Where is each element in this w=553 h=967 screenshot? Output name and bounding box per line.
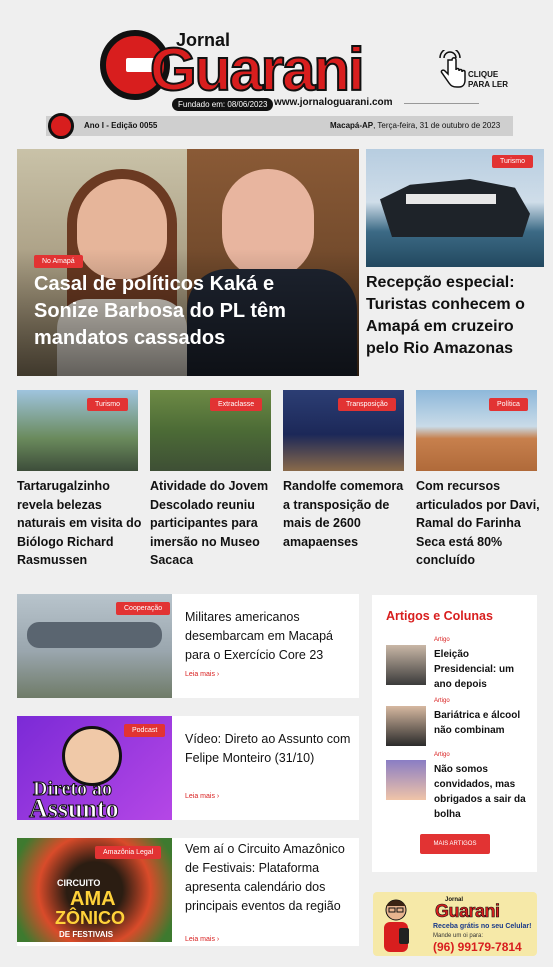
list-article[interactable]: Cooperação Militares americanos desembar… xyxy=(17,594,359,698)
category-tag[interactable]: Turismo xyxy=(492,155,534,168)
article-item[interactable]: Artigo Não somos convidados, mas obrigad… xyxy=(386,752,531,822)
airplane-shape xyxy=(27,622,162,648)
news-card-title[interactable]: Atividade do Jovem Descolado reuniu part… xyxy=(150,477,275,570)
festival-logo-line3: ZÔNICO xyxy=(55,908,125,928)
cruise-ship xyxy=(380,179,530,237)
click-to-read-label[interactable]: CLIQUE PARA LER xyxy=(468,70,512,90)
side-article-image[interactable]: Turismo xyxy=(366,149,544,267)
mascot-icon xyxy=(384,899,409,952)
podcast-logo-line2: Assunto xyxy=(29,794,120,821)
news-card-title[interactable]: Com recursos articulados por Davi, Ramal… xyxy=(416,477,541,570)
hero-article[interactable]: No Amapá Casal de políticos Kaká e Soniz… xyxy=(17,149,359,376)
whatsapp-ad-banner[interactable]: Jornal Guarani Receba grátis no seu Celu… xyxy=(373,892,537,956)
author-avatar xyxy=(386,760,426,800)
date-line: Macapá-AP, Terça-feira, 31 de outubro de… xyxy=(330,121,501,130)
tap-hand-icon[interactable] xyxy=(434,50,466,90)
list-article[interactable]: Direto ao Assunto Podcast Vídeo: Direto … xyxy=(17,716,359,820)
ad-brand-text: Guarani xyxy=(435,901,501,922)
side-article-headline[interactable]: Recepção especial: Turistas conhecem o A… xyxy=(366,272,544,360)
festival-logo-line4: DE FESTIVAIS xyxy=(59,930,114,939)
category-tag[interactable]: Podcast xyxy=(124,724,166,737)
read-more-link[interactable]: Leia mais › xyxy=(185,793,219,800)
article-kind: Artigo xyxy=(434,752,450,758)
news-card-title[interactable]: Randolfe comemora a transposição de mais… xyxy=(283,477,408,551)
category-tag[interactable]: Transposição xyxy=(338,398,396,411)
logo-brand-text[interactable]: Guarani xyxy=(149,39,366,101)
ship-deck xyxy=(406,194,496,204)
more-articles-button[interactable]: MAIS ARTIGOS xyxy=(420,834,490,854)
read-more-link[interactable]: Leia mais › xyxy=(185,936,219,943)
ad-instruction: Mande um oi para: xyxy=(433,933,484,939)
articles-heading: Artigos e Colunas xyxy=(386,609,493,623)
category-tag[interactable]: No Amapá xyxy=(34,255,83,268)
founded-badge: Fundado em: 08/06/2023 xyxy=(172,98,274,111)
edition-label: Ano I - Edição 0055 xyxy=(84,121,158,130)
news-card-title[interactable]: Tartarugalzinho revela belezas naturais … xyxy=(17,477,142,570)
divider xyxy=(404,103,479,104)
hero-headline[interactable]: Casal de políticos Kaká e Sonize Barbosa… xyxy=(34,271,344,352)
site-url[interactable]: www.jornaloguarani.com xyxy=(274,97,393,108)
author-avatar xyxy=(386,706,426,746)
article-item[interactable]: Artigo Bariátrica e álcool não combinam xyxy=(386,698,531,748)
article-kind: Artigo xyxy=(434,698,450,704)
podcast-host xyxy=(62,726,122,786)
ad-phone-number[interactable]: (96) 99179-7814 xyxy=(433,940,522,954)
ad-tagline: Receba grátis no seu Celular! xyxy=(433,923,532,930)
article-title[interactable]: Eleição Presidencial: um ano depois xyxy=(434,647,534,692)
author-avatar xyxy=(386,645,426,685)
article-item[interactable]: Artigo Eleição Presidencial: um ano depo… xyxy=(386,637,531,690)
category-tag[interactable]: Turismo xyxy=(87,398,129,411)
festival-logo-line1: CIRCUITO xyxy=(57,878,101,888)
category-tag[interactable]: Extraclasse xyxy=(210,398,263,411)
article-title[interactable]: Bariátrica e álcool não combinam xyxy=(434,708,534,738)
articles-panel: Artigos e Colunas Artigo Eleição Preside… xyxy=(372,595,537,872)
category-tag[interactable]: Política xyxy=(489,398,528,411)
list-article-title[interactable]: Vem aí o Circuito Amazônico de Festivais… xyxy=(185,840,355,916)
category-tag[interactable]: Amazônia Legal xyxy=(95,846,162,859)
small-logo-icon xyxy=(48,113,74,139)
article-kind: Artigo xyxy=(434,637,450,643)
read-more-link[interactable]: Leia mais › xyxy=(185,671,219,678)
list-article[interactable]: CIRCUITO AMA ZÔNICO DE FESTIVAIS Amazôni… xyxy=(17,838,359,946)
article-title[interactable]: Não somos convidados, mas obrigados a sa… xyxy=(434,762,534,822)
list-article-title[interactable]: Vídeo: Direto ao Assunto com Felipe Mont… xyxy=(185,730,355,768)
list-article-title[interactable]: Militares americanos desembarcam em Maca… xyxy=(185,608,355,665)
category-tag[interactable]: Cooperação xyxy=(116,602,171,615)
